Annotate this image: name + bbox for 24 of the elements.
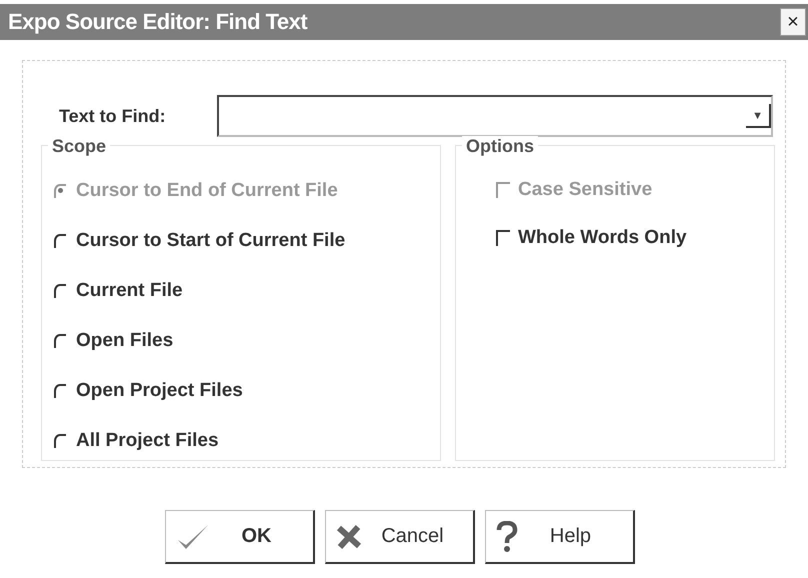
radio-button[interactable]	[54, 234, 66, 248]
checkmark-icon	[176, 522, 210, 550]
radio-button[interactable]	[54, 384, 66, 398]
radio-label[interactable]: Open Project Files	[76, 380, 243, 402]
group-title: Scope	[48, 136, 110, 157]
checkbox[interactable]	[496, 230, 510, 246]
checkbox-label[interactable]: Whole Words Only	[518, 227, 687, 249]
group-title: Options	[462, 136, 538, 157]
help-button[interactable]: Help	[485, 510, 635, 564]
ok-button[interactable]: OK	[165, 510, 315, 564]
radio-button[interactable]	[54, 284, 66, 298]
radio-button[interactable]	[54, 434, 66, 448]
radio-label[interactable]: All Project Files	[76, 430, 219, 452]
cancel-button[interactable]: Cancel	[325, 510, 475, 564]
radio-label[interactable]: Cursor to Start of Current File	[76, 230, 346, 252]
cross-icon	[336, 524, 362, 550]
question-mark-icon	[496, 520, 518, 552]
radio-label[interactable]: Current File	[76, 280, 183, 302]
close-button[interactable]: ×	[780, 8, 806, 36]
field-label: Text to Find:	[59, 106, 167, 126]
text-to-find-field[interactable]: ▼	[217, 95, 773, 137]
radio-button[interactable]	[54, 334, 66, 348]
radio-label[interactable]: Open Files	[76, 330, 174, 352]
window-title: Expo Source Editor: Find Text	[7, 9, 308, 35]
